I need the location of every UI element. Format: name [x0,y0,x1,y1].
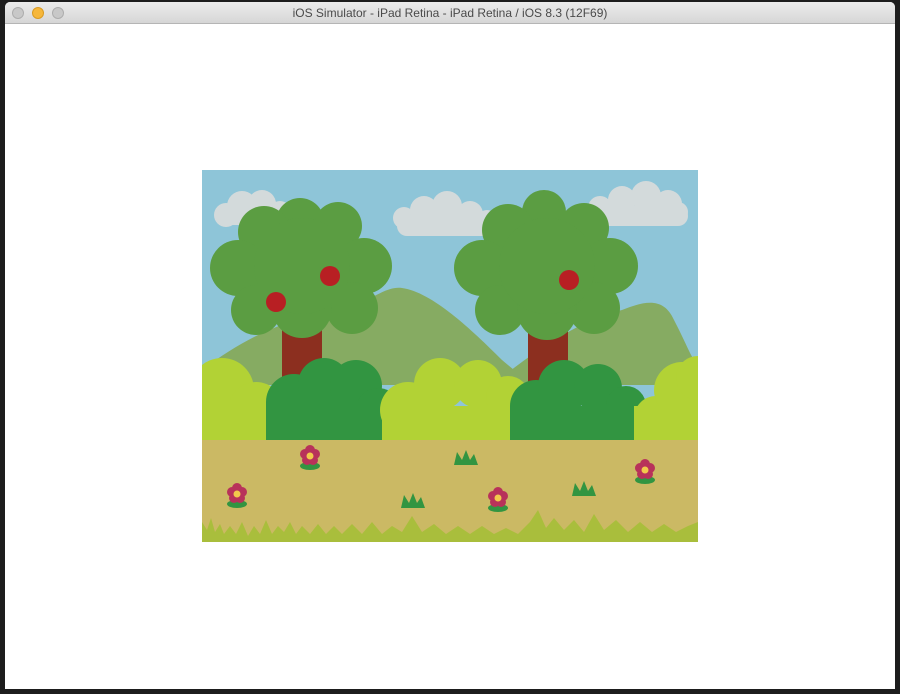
apple-icon [266,292,286,312]
simulator-screen[interactable] [5,24,895,689]
window-title: iOS Simulator - iPad Retina - iPad Retin… [292,6,608,20]
title-bar[interactable]: iOS Simulator - iPad Retina - iPad Retin… [5,2,895,24]
simulator-window: iOS Simulator - iPad Retina - iPad Retin… [5,2,895,689]
apple-icon [320,266,340,286]
scene-canvas [202,170,698,542]
game-scene[interactable] [202,170,698,542]
apple-icon [559,270,579,290]
ground [202,440,698,542]
